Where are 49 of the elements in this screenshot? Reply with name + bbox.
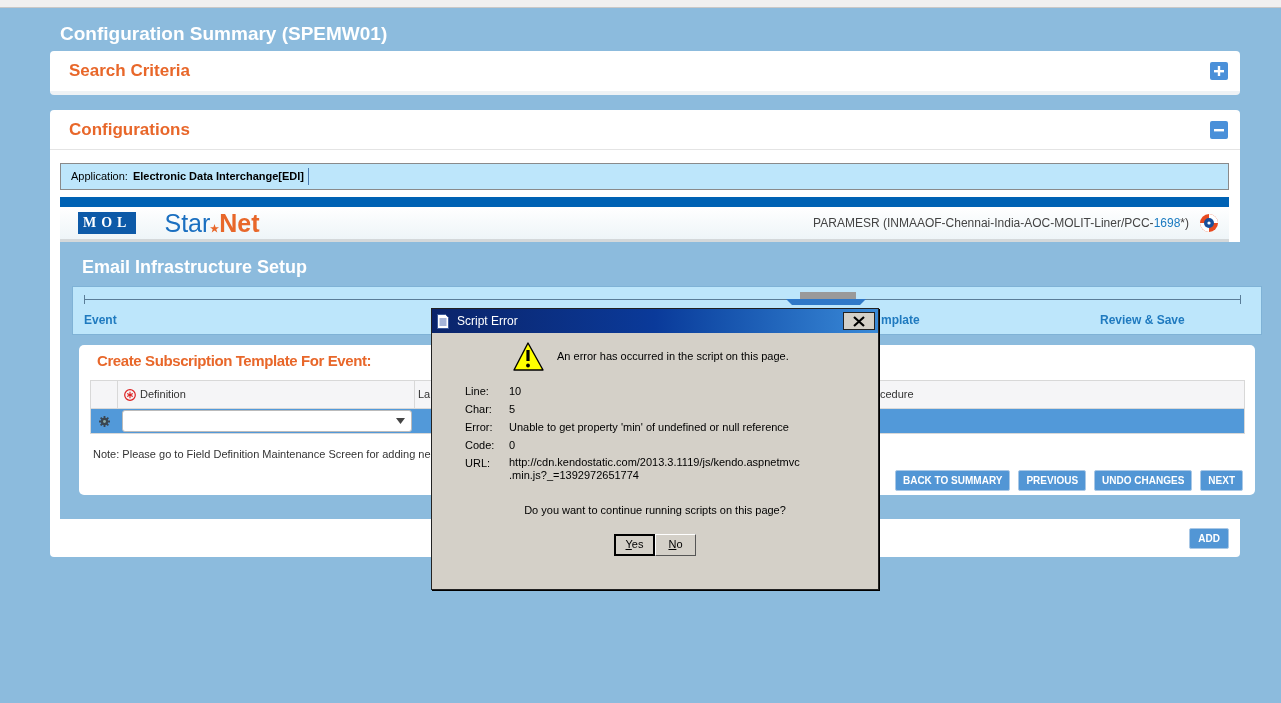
- caret-icon: [396, 418, 405, 424]
- collapse-button[interactable]: [1210, 120, 1228, 139]
- form-title: Create Subscription Template For Event:: [97, 351, 372, 371]
- dialog-button[interactable]: Yes: [614, 533, 655, 556]
- expand-button[interactable]: [1210, 62, 1228, 80]
- warning-icon: [512, 341, 545, 372]
- dialog-question: Do you want to continue running scripts on this page?: [523, 503, 787, 518]
- panel-title: Configurations: [69, 118, 190, 141]
- column-label: La: [418, 387, 431, 403]
- step-label[interactable]: mplate: [881, 311, 1100, 329]
- url-value: http://cdn.kendostatic.com/2013.3.1119/js/kendo.aspnetmvc .min.js?_=1392972651774: [509, 455, 800, 482]
- definition-dropdown[interactable]: [122, 410, 412, 432]
- detail-value: Unable to get property 'min' of undefined or null reference: [509, 420, 789, 435]
- gear-icon[interactable]: [99, 415, 110, 427]
- detail-label: Error:: [465, 420, 494, 435]
- action-button[interactable]: BACK TO SUMMARY: [894, 469, 1011, 491]
- help-icon[interactable]: [1199, 213, 1219, 233]
- user-info: PARAMESR (INMAAOF-Chennai-India-AOC-MOLIT-Liner/PCC-1698*): [813, 215, 1189, 232]
- detail-label: Line:: [465, 384, 490, 399]
- close-button[interactable]: [843, 312, 875, 330]
- panel-title: Search Criteria: [69, 60, 190, 83]
- star-icon: [210, 224, 220, 233]
- column-label: Definition: [140, 387, 186, 403]
- step-label[interactable]: Review & Save: [1100, 311, 1185, 329]
- detail-label: URL:: [465, 456, 492, 471]
- detail-value: 0: [509, 438, 516, 453]
- action-button[interactable]: UNDO CHANGES: [1094, 469, 1193, 491]
- dialog-title: Script Error: [457, 313, 518, 330]
- action-button[interactable]: PREVIOUS: [1018, 469, 1087, 491]
- detail-value: 5: [509, 402, 516, 417]
- ship-icon: [786, 292, 866, 305]
- section-title: Email Infrastructure Setup: [81, 256, 309, 279]
- detail-label: Char:: [465, 402, 493, 417]
- close-icon: [853, 315, 865, 327]
- dialog-message: An error has occurred in the script on this page.: [557, 349, 789, 365]
- application-label: Application:: [71, 169, 128, 185]
- dialog-button[interactable]: No: [655, 533, 696, 556]
- column-label: cedure: [880, 387, 914, 403]
- page-title: Configuration Summary (SPEMW01): [60, 22, 389, 46]
- detail-label: Code:: [465, 438, 496, 453]
- mol-logo: MOL: [78, 212, 137, 234]
- action-button[interactable]: NEXT: [1200, 469, 1243, 491]
- logo-text: Star: [164, 210, 211, 236]
- detail-value: 10: [509, 384, 522, 399]
- logo-text: Net: [219, 210, 260, 236]
- document-icon: [437, 313, 449, 329]
- add-button[interactable]: ADD: [1189, 527, 1229, 549]
- plus-icon: [1213, 65, 1225, 77]
- application-value: Electronic Data Interchange[EDI]: [132, 168, 310, 185]
